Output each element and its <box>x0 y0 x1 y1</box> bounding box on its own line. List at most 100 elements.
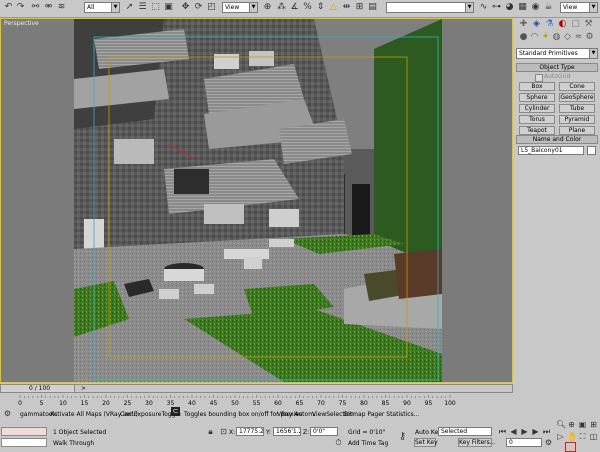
window-crossing-icon[interactable]: ▣ <box>163 2 174 13</box>
named-selection-icon[interactable]: △ <box>328 2 339 13</box>
lock-selection-icon[interactable]: 🔒︎ <box>206 427 215 436</box>
selection-filter-dropdown[interactable]: All ▼ <box>84 2 120 13</box>
prev-frame-icon[interactable]: ◀ <box>509 427 518 436</box>
time-slider[interactable]: 0 / 100 > <box>0 384 513 393</box>
sphere-button[interactable]: Sphere <box>519 93 555 102</box>
zoom-icon[interactable]: 🔍︎ <box>556 420 566 429</box>
next-frame-icon[interactable]: ▶ <box>531 427 540 436</box>
maxscript-icon[interactable]: ⚙ <box>3 409 12 418</box>
time-config-icon[interactable]: ⚙ <box>544 438 553 447</box>
zoom-all-icon[interactable]: ⊕ <box>567 420 576 429</box>
x-coordinate-field[interactable]: 17775.25' <box>236 427 264 436</box>
snap-icon[interactable]: ⁂ <box>276 2 287 13</box>
play-icon[interactable]: ▶ <box>520 427 529 436</box>
name-color-rollout-header[interactable]: Name and Color <box>516 135 598 144</box>
utilities-tab[interactable]: ⚒ <box>583 19 594 30</box>
render-icon[interactable]: ◉ <box>530 2 541 13</box>
add-time-tag[interactable]: Add Time Tag <box>348 440 388 447</box>
cylinder-button[interactable]: Cylinder <box>519 104 555 113</box>
spinner-snap-icon[interactable]: ⇕ <box>315 2 326 13</box>
pivot-icon[interactable]: ⊕ <box>262 2 273 13</box>
render-view-dropdown[interactable]: View ▼ <box>560 2 598 13</box>
plane-button[interactable]: Plane <box>559 126 595 135</box>
unlink-icon[interactable]: ⚮ <box>43 2 54 13</box>
track-bar[interactable]: 0 5 10 15 20 25 30 35 40 45 50 55 60 65 70 75 80 85 90 95 10… <box>0 394 513 407</box>
angle-snap-icon[interactable]: ∡ <box>289 2 300 13</box>
walk-through-icon[interactable]: ⛶ <box>578 432 587 441</box>
proxy-toggle-icon[interactable]: ⊂ <box>171 407 180 416</box>
script-vray-autom[interactable]: VRay Autom. <box>277 411 316 418</box>
object-type-rollout-header[interactable]: Object Type <box>516 63 598 72</box>
layer-icon[interactable]: ▤ <box>367 2 378 13</box>
hierarchy-tab[interactable]: ⚗ <box>544 19 555 30</box>
object-color-swatch[interactable] <box>587 146 596 155</box>
maxscript-listener-pink[interactable] <box>1 427 47 436</box>
reference-coordinate-dropdown[interactable]: View ▼ <box>222 2 258 13</box>
quick-render-icon[interactable]: ☕ <box>543 2 554 13</box>
rotate-icon[interactable]: ⟳ <box>193 2 204 13</box>
redo-icon[interactable]: ↷ <box>15 2 26 13</box>
set-key-button[interactable]: Set Key <box>414 438 438 447</box>
tube-button[interactable]: Tube <box>559 104 595 113</box>
maximize-viewport-icon[interactable]: ◫ <box>589 432 598 441</box>
go-to-start-icon[interactable]: ⏮ <box>498 427 507 436</box>
schematic-icon[interactable]: ⊶ <box>491 2 502 13</box>
cameras-icon[interactable]: ◍ <box>551 32 562 43</box>
script-bitmap-pager[interactable]: Bitmap Pager Statistics... <box>344 411 419 418</box>
track-ticks: 0 5 10 15 20 25 30 35 40 45 50 55 60 65 70 75 80 85 90 95 10… <box>18 395 456 407</box>
material-editor-icon[interactable]: ◕ <box>504 2 515 13</box>
key-icon[interactable]: ⚷ <box>398 432 407 442</box>
display-tab[interactable]: ▢ <box>570 19 581 30</box>
undo-icon[interactable]: ↶ <box>3 2 14 13</box>
move-icon[interactable]: ✥ <box>180 2 191 13</box>
teapot-button[interactable]: Teapot <box>519 126 555 135</box>
rect-select-icon[interactable]: ⬚ <box>150 2 161 13</box>
helpers-icon[interactable]: ◇ <box>562 32 573 43</box>
spacewarps-icon[interactable]: ≈ <box>573 32 584 43</box>
maxscript-listener-white[interactable] <box>1 438 47 447</box>
frame-display: 0 / 100 <box>29 385 51 392</box>
shapes-icon[interactable]: ◠ <box>529 32 540 43</box>
object-name-input[interactable]: L5_Balcony01 <box>518 146 584 155</box>
pan-icon[interactable]: ✋ <box>567 432 577 441</box>
curve-editor-icon[interactable]: ∿ <box>478 2 489 13</box>
zoom-extents-icon[interactable]: ▣ <box>578 420 587 429</box>
slider-next-icon[interactable]: > <box>81 385 86 392</box>
category-dropdown[interactable]: Standard Primitives ▼ <box>516 48 598 59</box>
align-icon[interactable]: ⊞ <box>354 2 365 13</box>
perspective-viewport[interactable]: Perspective <box>0 18 513 383</box>
scale-icon[interactable]: ◰ <box>206 2 217 13</box>
torus-button[interactable]: Torus <box>519 115 555 124</box>
motion-tab[interactable]: ◐ <box>557 19 568 30</box>
geosphere-button[interactable]: GeoSphere <box>559 93 595 102</box>
lights-icon[interactable]: ✦ <box>540 32 551 43</box>
link-icon[interactable]: ⚯ <box>30 2 41 13</box>
mirror-icon[interactable]: ⇹ <box>341 2 352 13</box>
autogrid-checkbox[interactable] <box>535 74 543 82</box>
box-button[interactable]: Box <box>519 82 555 91</box>
zoom-extents-all-icon[interactable]: ⊞ <box>589 420 598 429</box>
systems-icon[interactable]: ⚙ <box>584 32 595 43</box>
bind-spacewarp-icon[interactable]: ≋ <box>56 2 67 13</box>
time-tag-icon[interactable]: ⏱ <box>334 438 343 447</box>
field-of-view-icon[interactable]: ▷ <box>556 432 565 441</box>
pyramid-button[interactable]: Pyramid <box>559 115 595 124</box>
absolute-mode-icon[interactable]: ⊡ <box>219 427 228 436</box>
create-tab[interactable]: ✚ <box>518 19 529 30</box>
named-selection-set-dropdown[interactable]: ▼ <box>386 2 474 13</box>
geometry-icon[interactable]: ● <box>518 32 529 43</box>
cone-button[interactable]: Cone <box>559 82 595 91</box>
go-to-end-icon[interactable]: ⏭ <box>542 427 551 436</box>
viewport-label[interactable]: Perspective <box>4 20 39 27</box>
z-label: Z: <box>303 429 310 436</box>
y-coordinate-field[interactable]: 1656'1.21 <box>273 427 301 436</box>
percent-snap-icon[interactable]: % <box>302 2 313 13</box>
z-coordinate-field[interactable]: 0'0" <box>310 427 338 436</box>
key-mode-dropdown[interactable]: Selected <box>438 427 492 436</box>
modify-tab[interactable]: ◈ <box>531 19 542 30</box>
select-by-name-icon[interactable]: ☰ <box>137 2 148 13</box>
key-filters-button[interactable]: Key Filters... <box>458 438 496 447</box>
render-setup-icon[interactable]: ▦ <box>517 2 528 13</box>
select-icon[interactable]: ➚ <box>124 2 135 13</box>
current-frame-field[interactable]: 0 <box>506 438 542 447</box>
